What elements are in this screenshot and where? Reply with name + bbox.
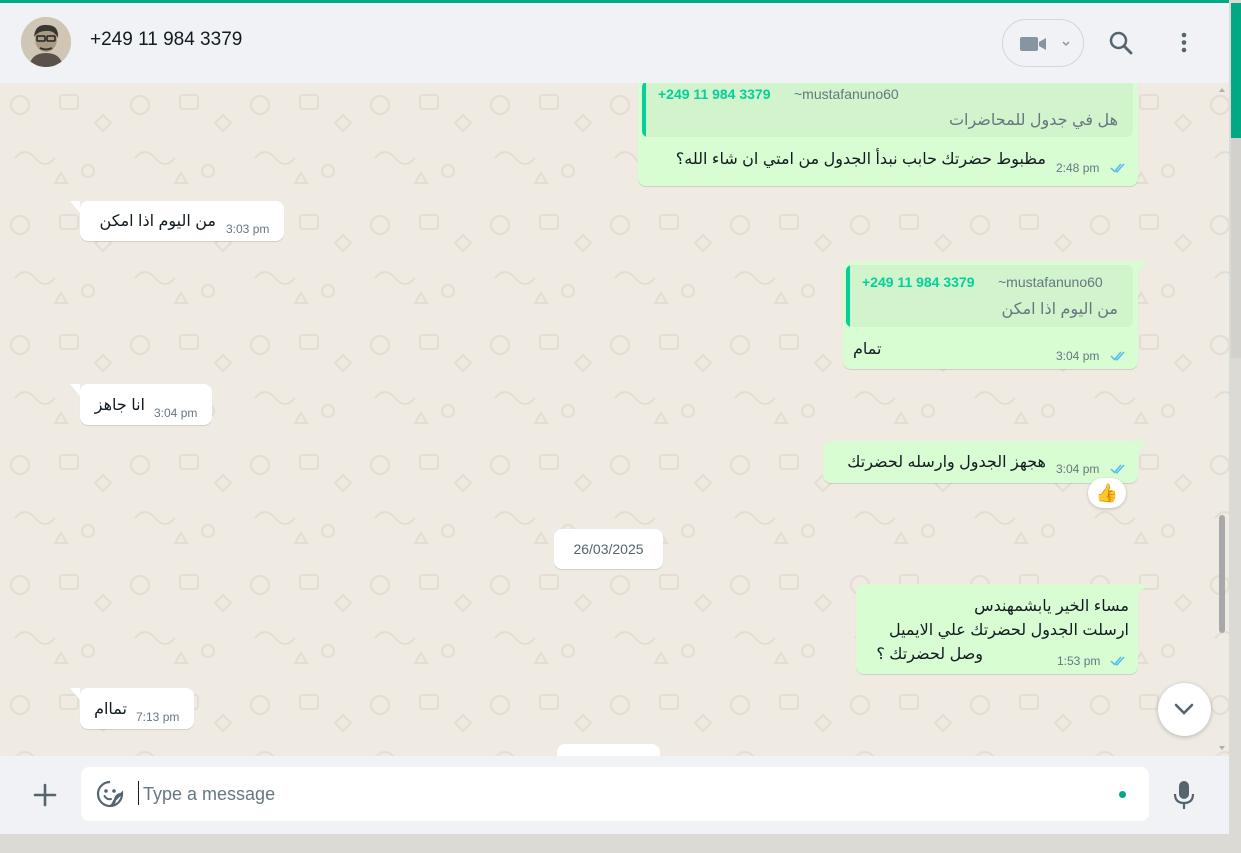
text-caret — [138, 781, 139, 805]
message-input[interactable] — [143, 782, 1103, 806]
chevron-down-icon — [1174, 703, 1194, 715]
quote-handle: ~mustafanuno60 — [998, 274, 1103, 290]
sticker-icon — [96, 780, 124, 808]
plus-icon — [33, 783, 57, 807]
message-time: 2:48 pm — [1056, 161, 1100, 175]
sticker-button[interactable] — [96, 780, 124, 813]
quote-author: +249 11 984 3379 — [862, 274, 975, 290]
message-bubble-incoming[interactable]: انا جاهز 3:04 pm — [80, 384, 212, 425]
composer-bar — [0, 756, 1229, 834]
quote-text: هل في جدول للمحاضرات — [948, 112, 1118, 129]
message-text: انا جاهز — [94, 397, 145, 414]
quote-text: من اليوم اذا امكن — [1001, 301, 1118, 318]
message-bubble-outgoing[interactable]: +249 11 984 3379 ~mustafanuno60 هل في جد… — [638, 83, 1138, 186]
message-time: 3:04 pm — [1056, 349, 1100, 363]
message-text: تماام — [94, 701, 127, 718]
message-bubble-outgoing[interactable]: هجهز الجدول وارسله لحضرتك 3:04 pm — [823, 441, 1138, 483]
search-button[interactable] — [1108, 30, 1134, 61]
search-icon — [1109, 31, 1133, 55]
message-time: 1:53 pm — [1057, 654, 1101, 668]
video-call-button[interactable] — [1002, 19, 1084, 67]
scrollbar-down-arrow[interactable] — [1219, 746, 1225, 750]
message-text: من اليوم اذا امكن — [99, 213, 216, 230]
menu-icon — [1181, 32, 1187, 53]
message-text: تمام — [853, 341, 882, 358]
scrollbar-up-arrow[interactable] — [1219, 88, 1225, 92]
contact-name[interactable]: +249 11 984 3379 — [90, 29, 242, 51]
read-ticks-icon — [1110, 464, 1125, 474]
message-line: مساء الخير يابشمهندس — [974, 598, 1129, 615]
menu-button[interactable] — [1174, 30, 1194, 61]
message-time: 7:13 pm — [136, 710, 180, 724]
date-separator-partial — [557, 744, 660, 756]
window-edge-accent — [1231, 3, 1241, 138]
date-separator: 26/03/2025 — [554, 529, 663, 569]
quote-author: +249 11 984 3379 — [658, 86, 771, 102]
status-dot — [1119, 791, 1126, 798]
window-edge-panel — [1231, 138, 1241, 358]
chat-window: +249 11 984 3379 +249 11 984 3379 ~musta… — [0, 0, 1229, 834]
attach-button[interactable] — [33, 783, 57, 812]
message-list[interactable]: +249 11 984 3379 ~mustafanuno60 هل في جد… — [0, 83, 1229, 756]
message-time: 3:04 pm — [1056, 462, 1100, 476]
message-line: وصل لحضرتك ؟ — [876, 646, 983, 663]
read-ticks-icon — [1110, 351, 1125, 361]
message-bubble-incoming[interactable]: تماام 7:13 pm — [80, 688, 194, 729]
message-text: مظبوط حضرتك حابب نبدأ الجدول من امتي ان … — [675, 151, 1046, 168]
avatar-image — [21, 17, 71, 67]
message-bubble-incoming[interactable]: من اليوم اذا امكن 3:03 pm — [80, 201, 284, 241]
quoted-message[interactable]: +249 11 984 3379 ~mustafanuno60 هل في جد… — [642, 83, 1133, 137]
quote-accent-bar — [642, 83, 646, 137]
read-ticks-icon — [1110, 656, 1125, 666]
chat-header: +249 11 984 3379 — [0, 3, 1229, 83]
video-call-icon — [1020, 37, 1046, 51]
message-time: 3:04 pm — [154, 406, 198, 420]
message-bubble-outgoing[interactable]: +249 11 984 3379 ~mustafanuno60 من اليوم… — [843, 261, 1138, 369]
message-time: 3:03 pm — [226, 222, 270, 236]
message-text: هجهز الجدول وارسله لحضرتك — [847, 454, 1046, 471]
avatar[interactable] — [21, 17, 71, 67]
message-input-container[interactable] — [81, 767, 1149, 821]
quote-accent-bar — [846, 265, 850, 327]
reaction-badge[interactable]: 👍 — [1088, 478, 1126, 508]
scroll-to-bottom-button[interactable] — [1158, 683, 1211, 736]
message-line: ارسلت الجدول لحضرتك علي الايميل — [888, 622, 1129, 639]
quoted-message[interactable]: +249 11 984 3379 ~mustafanuno60 من اليوم… — [846, 265, 1133, 327]
scrollbar-thumb[interactable] — [1219, 515, 1225, 633]
message-bubble-outgoing[interactable]: مساء الخير يابشمهندس ارسلت الجدول لحضرتك… — [856, 584, 1138, 674]
voice-message-button[interactable] — [1172, 780, 1196, 815]
read-ticks-icon — [1110, 163, 1125, 173]
chevron-down-icon — [1062, 41, 1070, 47]
quote-handle: ~mustafanuno60 — [794, 86, 899, 102]
mic-icon — [1173, 781, 1195, 809]
